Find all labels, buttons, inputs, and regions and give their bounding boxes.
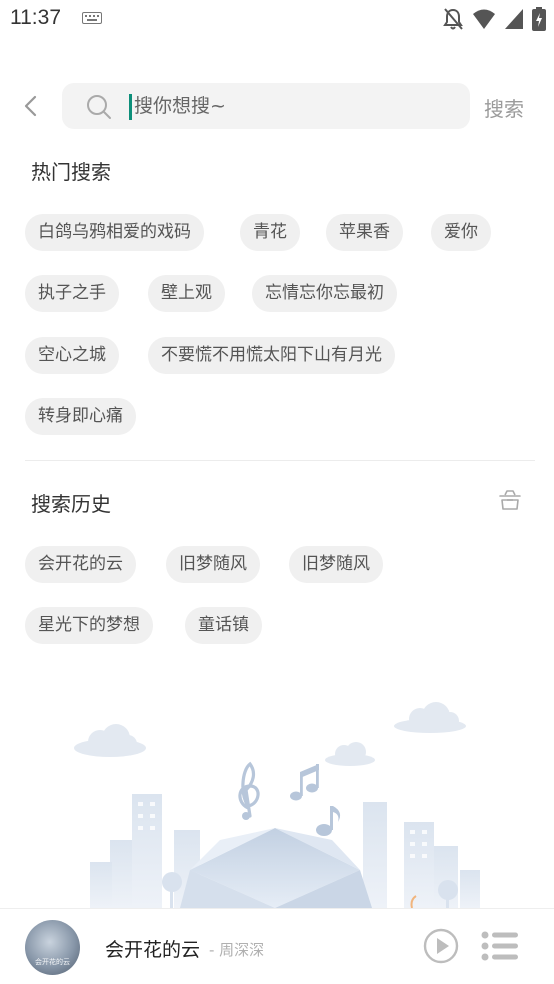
keyboard-icon — [82, 12, 102, 24]
back-button[interactable] — [16, 90, 44, 122]
cellular-signal-icon — [505, 9, 523, 29]
playlist-button[interactable] — [481, 931, 519, 965]
mini-player[interactable]: 会开花的云 会开花的云 - 周深深 — [0, 908, 554, 984]
text-cursor — [129, 94, 132, 120]
play-icon — [423, 928, 459, 964]
search-history-title: 搜索历史 — [31, 492, 111, 516]
song-artist: - 周深深 — [209, 941, 265, 959]
music-city-illustration — [74, 702, 480, 908]
notifications-off-icon — [443, 8, 463, 30]
hot-search-tag[interactable]: 青花 — [240, 214, 300, 251]
hot-search-tag[interactable]: 壁上观 — [148, 275, 225, 312]
history-tag[interactable]: 童话镇 — [185, 607, 262, 644]
trash-icon — [499, 490, 521, 510]
hot-search-title: 热门搜索 — [31, 160, 111, 184]
search-button[interactable]: 搜索 — [484, 93, 524, 122]
status-time: 11:37 — [10, 6, 61, 29]
hot-search-tag[interactable]: 忘情忘你忘最初 — [252, 275, 397, 312]
playlist-icon — [481, 931, 518, 961]
wifi-icon — [473, 9, 495, 29]
search-input[interactable] — [134, 83, 454, 129]
hot-search-tag[interactable]: 执子之手 — [25, 275, 119, 312]
search-icon — [87, 95, 111, 119]
search-row: 搜索 — [0, 82, 554, 130]
search-box[interactable] — [62, 83, 470, 129]
history-tag[interactable]: 会开花的云 — [25, 546, 136, 583]
hot-search-tag[interactable]: 苹果香 — [326, 214, 403, 251]
status-bar: 11:37 — [0, 0, 554, 38]
song-title: 会开花的云 — [105, 939, 201, 961]
hot-search-tag[interactable]: 转身即心痛 — [25, 398, 136, 435]
chevron-left-icon — [24, 95, 37, 117]
history-tag[interactable]: 旧梦随风 — [289, 546, 383, 583]
hot-search-tag[interactable]: 爱你 — [431, 214, 491, 251]
clear-history-button[interactable] — [498, 488, 522, 516]
album-art-text: 会开花的云 — [35, 958, 70, 966]
album-art[interactable]: 会开花的云 — [25, 920, 80, 975]
hot-search-tag[interactable]: 空心之城 — [25, 337, 119, 374]
battery-charging-icon — [532, 7, 546, 31]
hot-search-tag[interactable]: 白鸽乌鸦相爱的戏码 — [25, 214, 204, 251]
history-tag[interactable]: 旧梦随风 — [166, 546, 260, 583]
play-button[interactable] — [423, 928, 459, 968]
hot-search-tag[interactable]: 不要慌不用慌太阳下山有月光 — [148, 337, 395, 374]
history-tag[interactable]: 星光下的梦想 — [25, 607, 153, 644]
section-divider — [25, 460, 535, 461]
